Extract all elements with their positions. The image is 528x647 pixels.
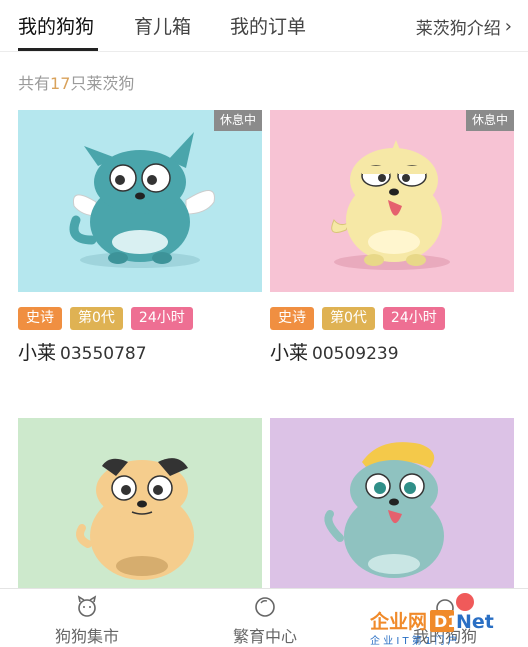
tab-my-dogs[interactable]: 我的狗狗 bbox=[18, 12, 94, 39]
watermark-logo: 企业网 D1 Net 企 业 I T 第 1 门 户 bbox=[369, 610, 494, 647]
dog-card[interactable] bbox=[18, 418, 262, 588]
dog-image: 休息中 bbox=[270, 110, 514, 292]
dog-tags: 史诗 第0代 24小时 bbox=[270, 307, 445, 330]
dog-count: 共有17只莱茨狗 bbox=[18, 70, 134, 94]
dog-id: 00509239 bbox=[312, 344, 399, 364]
dog-illustration bbox=[270, 418, 514, 588]
cooldown-tag: 24小时 bbox=[130, 307, 193, 330]
top-tab-bar: 我的狗狗 育儿箱 我的订单 莱茨狗介绍 › bbox=[0, 0, 528, 52]
dog-image: 休息中 bbox=[18, 110, 262, 292]
dog-card[interactable]: 休息中 史诗 第0代 24小时 小莱 03550787 bbox=[18, 110, 262, 380]
dog-tags: 史诗 第0代 24小时 bbox=[18, 307, 193, 330]
dog-card[interactable] bbox=[270, 418, 514, 588]
nav-breeding-center[interactable]: 繁育中心 bbox=[200, 595, 330, 647]
dog-card[interactable]: 休息中 史诗 第0代 24小时 小莱 00509239 bbox=[270, 110, 514, 380]
dog-name-prefix: 小莱 bbox=[18, 342, 57, 364]
dog-name-prefix: 小莱 bbox=[270, 342, 309, 364]
circle-icon bbox=[255, 597, 275, 617]
svg-text:企业网: 企业网 bbox=[369, 610, 427, 633]
dog-illustration bbox=[270, 110, 514, 292]
tab-nursery[interactable]: 育儿箱 bbox=[134, 12, 191, 39]
generation-tag: 第0代 bbox=[70, 307, 123, 330]
dog-illustration bbox=[18, 418, 262, 588]
count-prefix: 共有 bbox=[18, 74, 51, 93]
svg-text:D1: D1 bbox=[434, 612, 458, 631]
intro-link-label: 莱茨狗介绍 bbox=[415, 19, 501, 39]
count-suffix: 只莱茨狗 bbox=[70, 74, 135, 93]
dog-name: 小莱 00509239 bbox=[270, 338, 399, 365]
count-number: 17 bbox=[50, 74, 71, 93]
dog-image bbox=[18, 418, 262, 588]
cooldown-tag: 24小时 bbox=[382, 307, 445, 330]
intro-link[interactable]: 莱茨狗介绍 › bbox=[416, 14, 512, 39]
generation-tag: 第0代 bbox=[322, 307, 375, 330]
svg-text:Net: Net bbox=[456, 611, 494, 633]
dog-face-icon bbox=[77, 595, 97, 617]
dog-illustration bbox=[18, 110, 262, 292]
dog-name: 小莱 03550787 bbox=[18, 338, 147, 365]
chevron-right-icon: › bbox=[504, 16, 512, 37]
nav-label: 狗狗集市 bbox=[54, 627, 119, 646]
dog-image bbox=[270, 418, 514, 588]
tab-my-orders[interactable]: 我的订单 bbox=[230, 12, 306, 39]
nav-label: 繁育中心 bbox=[232, 627, 297, 646]
svg-text:企 业 I T 第 1 门 户: 企 业 I T 第 1 门 户 bbox=[370, 634, 458, 647]
rarity-tag: 史诗 bbox=[18, 307, 62, 330]
rarity-tag: 史诗 bbox=[270, 307, 314, 330]
active-tab-indicator bbox=[18, 48, 98, 51]
dog-id: 03550787 bbox=[60, 344, 147, 364]
nav-dog-market[interactable]: 狗狗集市 bbox=[22, 595, 152, 647]
status-badge: 休息中 bbox=[213, 110, 262, 131]
status-badge: 休息中 bbox=[465, 110, 514, 131]
